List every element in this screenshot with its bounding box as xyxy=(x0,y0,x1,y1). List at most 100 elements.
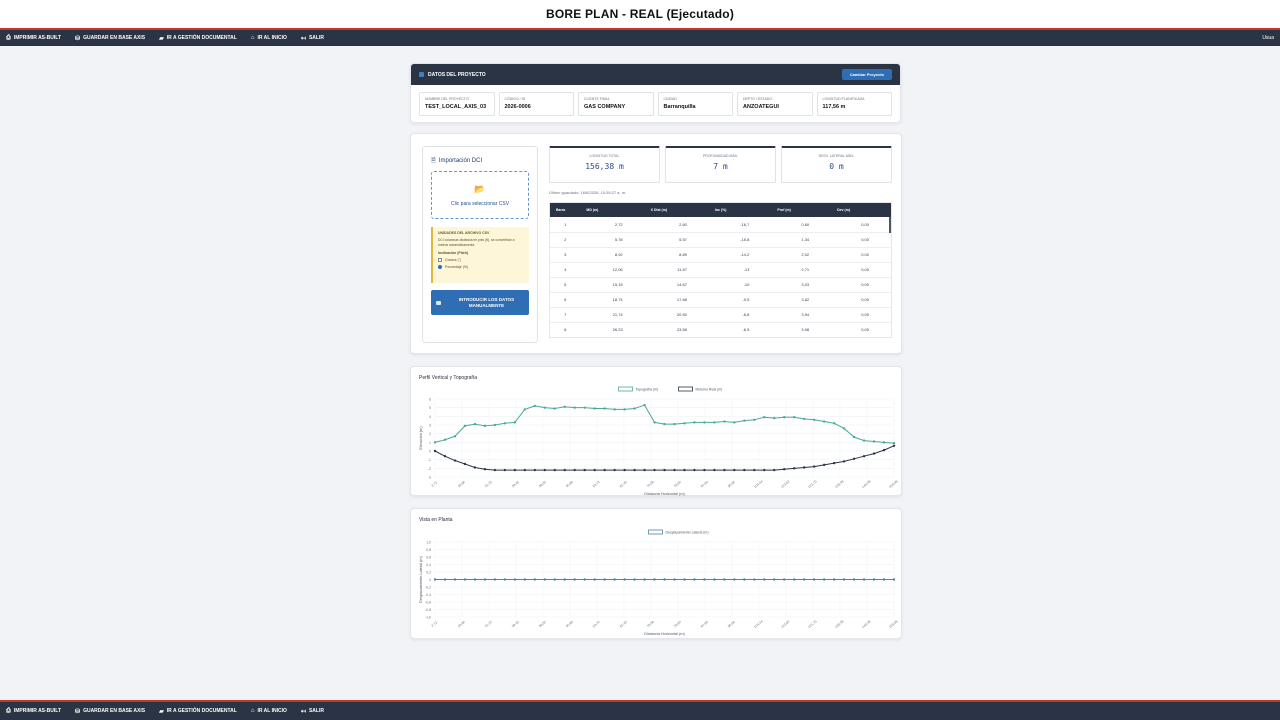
table-cell: 1 xyxy=(550,217,581,233)
import-panel: 🗎 Importación DCI 📂 Clic para seleccionar… xyxy=(422,146,538,343)
x-axis-label: Distancia Horizontal (m) xyxy=(644,492,685,496)
vertical-profile-chart[interactable]: 6 5 4 3 2 1 0 -1 -2 -32,72 10,86 21,15 29,45 38,05 45,… xyxy=(411,367,903,497)
print-as-built-button-bottom[interactable]: ⎙ IMPRIMIR AS-BUILT xyxy=(6,708,61,715)
home-icon: ⌂ xyxy=(250,35,255,41)
series-line xyxy=(434,445,895,471)
import-title: Importación DCI xyxy=(438,158,483,164)
data-point xyxy=(633,407,636,410)
data-point xyxy=(623,408,626,411)
option-percent[interactable]: Porcentaje (%) xyxy=(438,265,524,269)
data-point xyxy=(633,468,636,472)
data-point xyxy=(493,468,497,472)
data-point xyxy=(483,468,487,471)
y-tick-label: 4 xyxy=(429,415,431,419)
exit-button[interactable]: ↤ SALIR xyxy=(301,35,324,42)
data-point xyxy=(763,468,766,472)
x-tick-label: 10,86 xyxy=(457,620,466,628)
data-point xyxy=(633,578,636,581)
x-tick-label: 45,89 xyxy=(565,620,574,628)
document-management-button[interactable]: ▰ IR A GESTIÓN DOCUMENTAL xyxy=(159,35,237,42)
home-button-bottom[interactable]: ⌂ IR AL INICIO xyxy=(251,708,287,714)
data-point xyxy=(563,578,566,581)
legend-label: Desplazamiento Lateral (m) xyxy=(666,531,709,535)
document-management-button-bottom[interactable]: ▰ IR A GESTIÓN DOCUMENTAL xyxy=(159,708,237,715)
folder-icon: ▰ xyxy=(159,35,164,42)
data-point xyxy=(513,468,517,472)
data-point xyxy=(872,452,876,455)
data-point xyxy=(683,422,686,425)
data-point xyxy=(793,467,796,470)
table-cell: 18,74 xyxy=(580,292,645,308)
data-point xyxy=(812,578,816,581)
last-saved-text: Último guardado: 16/6/2026, 10:35:27 a. … xyxy=(549,190,627,195)
change-project-button[interactable]: Cambiar Proyecto xyxy=(841,69,892,80)
table-cell: 3 xyxy=(550,247,581,263)
data-point xyxy=(643,403,646,407)
state-field: DEPTO / ESTADO ANZOATEGUI xyxy=(737,92,813,116)
x-tick-label: 87,60 xyxy=(700,620,709,628)
planned-length-field: LONGITUD PLANIFICADA 117,56 m xyxy=(816,92,892,116)
data-point xyxy=(802,466,806,469)
data-point xyxy=(463,578,467,581)
table-cell: 0,60 xyxy=(771,217,832,233)
legend-label: Retorno Real (m) xyxy=(696,388,723,392)
y-tick-label: -0,2 xyxy=(425,586,431,590)
data-point xyxy=(513,421,517,424)
table-header-row: Barra MD (m) X Dist (m) Inc (%) Prof (m) Dev … xyxy=(550,203,891,217)
data-point xyxy=(773,416,776,420)
data-point xyxy=(653,468,656,472)
data-point xyxy=(872,578,876,581)
x-tick-label: 95,66 xyxy=(727,620,736,628)
table-scrollbar[interactable] xyxy=(889,217,891,233)
data-point xyxy=(493,423,497,427)
table-cell: 11,67 xyxy=(644,262,709,278)
data-point xyxy=(773,468,776,472)
table-row[interactable]: 2 5,78 5,57 -15,8 1,34 0,00 xyxy=(550,232,891,248)
data-point xyxy=(822,420,826,423)
data-point xyxy=(473,578,477,581)
legend-swatch xyxy=(678,386,693,392)
stat-total-length: LONGITUD TOTAL 156,38 m xyxy=(549,146,660,183)
y-tick-label: 1,0 xyxy=(426,541,431,545)
save-axis-button[interactable]: ⛁ GUARDAR EN BASE AXIS xyxy=(75,35,145,42)
data-point xyxy=(533,578,536,581)
data-point xyxy=(753,578,756,581)
user-label[interactable]: Usua xyxy=(1262,35,1274,41)
csv-dropzone[interactable]: 📂 Clic para seleccionar CSV xyxy=(431,171,529,219)
table-row[interactable]: 7 21,74 20,50 -6,8 3,94 0,00 xyxy=(550,307,891,323)
table-cell: 14,67 xyxy=(644,277,709,293)
plan-view-chart[interactable]: 1,0 0,8 0,6 0,4 0,2 0 -0,2 -0,4 -0,6 -0,8 -1,02,72… xyxy=(411,509,903,640)
y-tick-label: 0 xyxy=(429,578,431,582)
data-point xyxy=(713,421,716,424)
y-tick-label: 1 xyxy=(429,441,431,445)
print-as-built-button[interactable]: ⎙ IMPRIMIR AS-BUILT xyxy=(6,35,61,42)
exit-button-bottom[interactable]: ↤ SALIR xyxy=(301,708,324,715)
manual-entry-button[interactable]: INTRODUCIR LOS DATOS MANUALMENTE xyxy=(431,290,529,315)
table-row[interactable]: 4 12,06 11,67 -13 2,71 0,00 xyxy=(550,262,891,278)
data-point xyxy=(443,578,447,581)
data-point xyxy=(703,468,706,472)
survey-table[interactable]: Barra MD (m) X Dist (m) Inc (%) Prof (m) Dev … xyxy=(549,202,892,338)
radio-selected-icon[interactable] xyxy=(438,265,442,269)
data-point xyxy=(543,406,546,409)
table-row[interactable]: 1 2,72 2,60 -16,7 0,60 0,00 xyxy=(550,217,891,233)
window-titlebar: BORE PLAN - REAL (Ejecutado) xyxy=(0,0,1280,30)
data-point xyxy=(733,468,736,472)
option-degrees[interactable]: Grados (°) xyxy=(438,258,524,262)
save-axis-button-bottom[interactable]: ⛁ GUARDAR EN BASE AXIS xyxy=(75,708,145,715)
home-button[interactable]: ⌂ IR AL INICIO xyxy=(251,35,287,41)
table-cell: 5 xyxy=(550,277,581,293)
data-point xyxy=(433,449,437,453)
table-cell: 3,03 xyxy=(771,277,832,293)
table-row[interactable]: 8 26,23 23,58 -6,5 3,98 0,00 xyxy=(550,322,891,337)
table-row[interactable]: 6 18,74 17,68 -9,5 3,62 0,00 xyxy=(550,292,891,308)
x-tick-label: 21,15 xyxy=(484,480,493,488)
data-point xyxy=(763,416,766,419)
table-row[interactable]: 5 15,15 14,67 -10 3,03 0,00 xyxy=(550,277,891,293)
x-tick-label: 61,45 xyxy=(619,480,628,488)
checkbox-icon[interactable] xyxy=(438,258,442,262)
project-code-field: CÓDIGO / ID 2026-0006 xyxy=(498,92,574,116)
table-row[interactable]: 3 8,92 8,89 -14,2 2,02 0,00 xyxy=(550,247,891,263)
database-icon: ⛁ xyxy=(75,708,81,715)
table-cell: 5,78 xyxy=(580,232,645,248)
